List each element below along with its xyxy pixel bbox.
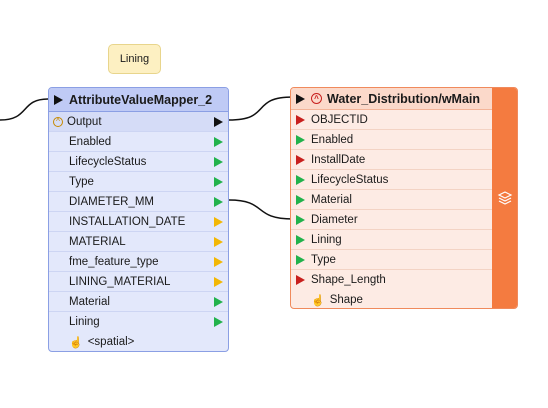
annotation-text: Lining [119,53,150,65]
output-arrow-icon[interactable] [214,177,223,187]
attribute-port[interactable]: LifecycleStatus [49,152,228,172]
writer-attribute-port[interactable]: Lining [291,230,492,250]
input-arrow-icon[interactable] [296,175,305,185]
attribute-port[interactable]: DIAMETER_MM [49,192,228,212]
output-port[interactable]: ^ Output [49,112,228,132]
transformer-header[interactable]: AttributeValueMapper_2 [49,88,228,112]
writer-geometry-label: Shape [329,294,363,306]
writer-input-port-icon[interactable] [296,94,305,104]
writer-header[interactable]: ^ Water_Distribution/wMain [291,88,492,110]
output-arrow-icon[interactable] [214,137,223,147]
diameter-connection[interactable] [228,199,294,220]
conditional-icon: ^ [311,93,322,104]
input-port-icon[interactable] [54,95,63,105]
writer-attribute-label: Lining [311,233,342,246]
conditional-icon: ^ [53,116,63,127]
input-arrow-icon[interactable] [296,115,305,125]
attribute-port-label: LifecycleStatus [69,155,147,168]
attribute-port[interactable]: Enabled [49,132,228,152]
attribute-port[interactable]: MATERIAL [49,232,228,252]
incoming-connection[interactable] [0,98,49,121]
feature-writer[interactable]: ^ Water_Distribution/wMain OBJECTID Enabl… [290,87,518,309]
writer-attribute-label: Type [311,253,336,266]
output-port-label: Output [67,115,102,128]
input-arrow-icon[interactable] [296,235,305,245]
writer-attribute-port[interactable]: Type [291,250,492,270]
input-arrow-icon[interactable] [296,155,305,165]
attribute-port[interactable]: Type [49,172,228,192]
spatial-port[interactable]: ☝ <spatial> [49,332,228,351]
input-arrow-icon[interactable] [296,275,305,285]
output-arrow-icon[interactable] [214,277,223,287]
attribute-port-label: DIAMETER_MM [69,195,154,208]
writer-attribute-port[interactable]: InstallDate [291,150,492,170]
annotation-bubble[interactable]: Lining [108,44,161,74]
attribute-port-label: Enabled [69,135,112,148]
input-arrow-icon[interactable] [296,215,305,225]
writer-title: Water_Distribution/wMain [327,91,481,106]
output-arrow-icon[interactable] [214,197,223,207]
output-arrow-icon[interactable] [214,317,223,327]
writer-attribute-label: Diameter [311,213,358,226]
geometry-icon: ☝ [311,294,325,307]
input-arrow-icon[interactable] [296,195,305,205]
transformer-title: AttributeValueMapper_2 [69,92,213,107]
writer-attribute-port[interactable]: Material [291,190,492,210]
writer-geometry-port[interactable]: ☝ Shape [291,290,492,308]
writer-attribute-port[interactable]: Enabled [291,130,492,150]
layers-icon [497,191,512,205]
attribute-port[interactable]: Lining [49,312,228,332]
output-arrow-icon[interactable] [214,257,223,267]
attribute-port-label: Type [69,175,94,188]
attribute-port[interactable]: fme_feature_type [49,252,228,272]
input-arrow-icon[interactable] [296,255,305,265]
writer-attribute-label: Enabled [311,133,354,146]
spatial-port-label: <spatial> [87,336,135,348]
attribute-port-label: Lining [69,316,100,328]
output-arrow-icon[interactable] [214,157,223,167]
geometry-icon: ☝ [69,336,83,349]
writer-attribute-label: LifecycleStatus [311,173,389,186]
attribute-port-label: MATERIAL [69,235,126,248]
writer-side-bar[interactable] [492,88,517,308]
output-to-writer-connection[interactable] [228,96,294,121]
output-port-arrow-icon[interactable] [214,117,223,127]
output-arrow-icon[interactable] [214,217,223,227]
writer-attribute-port[interactable]: OBJECTID [291,110,492,130]
writer-attribute-label: OBJECTID [311,113,368,126]
writer-attribute-label: InstallDate [311,153,366,166]
output-arrow-icon[interactable] [214,297,223,307]
attribute-port-label: fme_feature_type [69,255,159,268]
input-arrow-icon[interactable] [296,135,305,145]
attribute-port[interactable]: LINING_MATERIAL [49,272,228,292]
writer-attribute-label: Shape_Length [311,274,386,286]
output-arrow-icon[interactable] [214,237,223,247]
writer-attribute-port[interactable]: Diameter [291,210,492,230]
attribute-port[interactable]: Material [49,292,228,312]
writer-attribute-port[interactable]: LifecycleStatus [291,170,492,190]
attributevaluemapper-transformer[interactable]: AttributeValueMapper_2 ^ Output Enabled L… [48,87,229,352]
attribute-port-label: LINING_MATERIAL [69,275,171,288]
writer-attribute-port[interactable]: Shape_Length [291,270,492,290]
writer-attribute-label: Material [311,193,352,206]
attribute-port[interactable]: INSTALLATION_DATE [49,212,228,232]
attribute-port-label: INSTALLATION_DATE [69,215,186,228]
attribute-port-label: Material [69,295,110,308]
